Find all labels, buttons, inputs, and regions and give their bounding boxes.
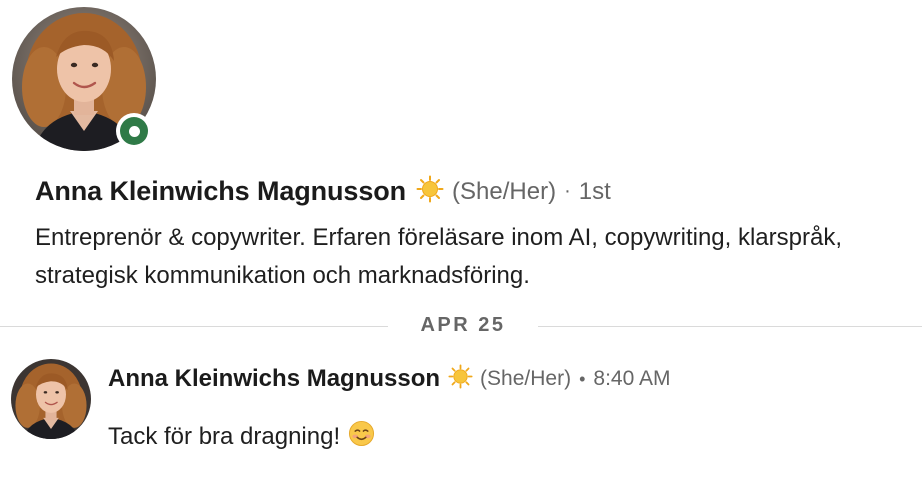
divider-line-left <box>0 326 388 327</box>
separator-dot: · <box>564 180 571 202</box>
message-sender-photo <box>11 359 91 439</box>
profile-name-row: Anna Kleinwichs Magnusson (She/Her) · 1s… <box>35 175 611 208</box>
profile-headline: Entreprenör & copywriter. Erfaren förelä… <box>35 224 842 289</box>
separator-dot: • <box>579 368 586 389</box>
message-header: Anna Kleinwichs Magnusson (She/Her) • 8:… <box>108 364 670 394</box>
online-status-indicator <box>116 113 152 149</box>
connection-degree: 1st <box>578 177 611 205</box>
date-divider: APR 25 <box>0 312 922 342</box>
smiling-face-icon <box>348 420 375 454</box>
profile-name[interactable]: Anna Kleinwichs Magnusson <box>35 176 406 207</box>
sun-icon <box>416 175 444 208</box>
message-sender-name[interactable]: Anna Kleinwichs Magnusson <box>108 365 440 393</box>
message-body: Tack för bra dragning! <box>108 420 375 454</box>
online-ring-hole <box>128 125 140 137</box>
message-text: Tack för bra dragning! <box>108 423 341 450</box>
conversation-view: Anna Kleinwichs Magnusson (She/Her) · 1s… <box>0 0 922 480</box>
divider-line-right <box>538 326 922 327</box>
date-label: APR 25 <box>420 314 506 336</box>
message-avatar[interactable] <box>11 359 91 439</box>
message-sender-pronouns: (She/Her) <box>480 367 572 390</box>
profile-pronouns: (She/Her) <box>452 177 557 205</box>
message-timestamp: 8:40 AM <box>593 367 671 390</box>
online-ring <box>120 117 148 145</box>
sun-icon <box>448 364 473 394</box>
